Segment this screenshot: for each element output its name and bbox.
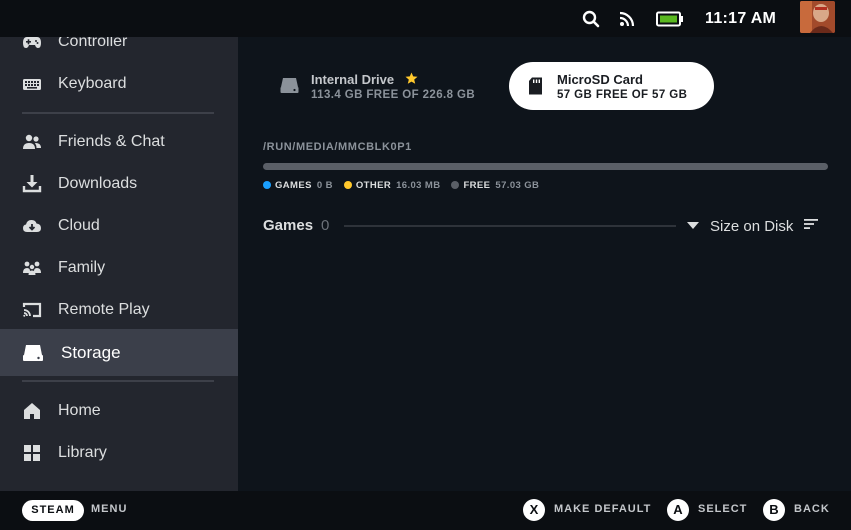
back-label[interactable]: BACK	[794, 503, 830, 515]
sidebar-item-label: Friends & Chat	[58, 133, 165, 150]
sidebar-item-label: Remote Play	[58, 301, 150, 318]
drive-tab-internal[interactable]: Internal Drive 113.4 GB FREE OF 226.8 GB	[270, 62, 500, 110]
legend-value: 0 B	[316, 179, 333, 191]
rss-icon	[619, 0, 635, 37]
avatar[interactable]	[800, 1, 835, 33]
search-icon[interactable]	[582, 0, 600, 37]
family-icon	[22, 258, 42, 278]
steam-button[interactable]: STEAM	[22, 500, 84, 521]
caret-down-icon	[686, 217, 700, 235]
games-section-title: Games	[263, 217, 314, 234]
cloud-icon	[22, 216, 42, 236]
games-count: 0	[321, 217, 330, 234]
hard-drive-icon	[280, 77, 299, 100]
drive-tab-microsd[interactable]: MicroSD Card 57 GB FREE OF 57 GB	[509, 62, 714, 110]
legend-label: GAMES	[275, 179, 312, 191]
games-dot	[263, 181, 271, 189]
a-button-icon: A	[667, 499, 689, 521]
sidebar-item-storage[interactable]: Storage	[0, 329, 238, 376]
battery-icon	[656, 0, 684, 37]
storage-legend: GAMES 0 B OTHER 16.03 MB FREE 57.03 GB	[263, 179, 550, 191]
sidebar-item-cloud[interactable]: Cloud	[0, 205, 238, 247]
keyboard-icon	[22, 74, 42, 94]
legend-free: FREE 57.03 GB	[451, 180, 539, 191]
menu-label: MENU	[91, 503, 128, 515]
sd-card-icon	[528, 77, 543, 100]
storage-icon	[22, 342, 44, 364]
controller-icon	[22, 37, 42, 52]
drive-name: MicroSD Card	[557, 72, 643, 87]
sidebar-item-library[interactable]: Library	[0, 432, 238, 474]
sort-dropdown[interactable]: Size on Disk	[686, 216, 819, 236]
x-button-icon: X	[523, 499, 545, 521]
sidebar-item-label: Downloads	[58, 175, 138, 192]
sidebar-item-label: Storage	[61, 342, 121, 362]
legend-value: 57.03 GB	[495, 179, 540, 191]
storage-usage-bar	[263, 163, 828, 170]
b-button-icon: B	[763, 499, 785, 521]
section-divider	[344, 225, 676, 227]
sidebar-item-label: Library	[58, 444, 107, 461]
friends-icon	[22, 132, 42, 152]
sidebar-divider	[22, 380, 214, 382]
sidebar-item-family[interactable]: Family	[0, 247, 238, 289]
sidebar-item-home[interactable]: Home	[0, 390, 238, 432]
sidebar-divider	[22, 112, 214, 114]
drive-free-space: 113.4 GB FREE OF 226.8 GB	[311, 89, 476, 101]
download-icon	[22, 174, 42, 194]
sidebar-item-friends-chat[interactable]: Friends & Chat	[0, 121, 238, 163]
legend-games: GAMES 0 B	[263, 180, 333, 191]
other-dot	[343, 181, 352, 189]
legend-label: OTHER	[355, 179, 392, 191]
sidebar-item-label: Keyboard	[58, 75, 127, 92]
legend-label: FREE	[463, 179, 491, 191]
sidebar-item-downloads[interactable]: Downloads	[0, 163, 238, 205]
select-label[interactable]: SELECT	[698, 503, 747, 515]
sidebar: Controller Keyboard Friends & Chat Downl…	[0, 37, 238, 491]
sort-label: Size on Disk	[710, 217, 794, 235]
drive-name: Internal Drive	[311, 72, 395, 87]
clock: 11:17 AM	[705, 10, 777, 27]
legend-value: 16.03 MB	[396, 179, 441, 191]
status-bar: 11:17 AM	[0, 0, 851, 37]
sort-icon[interactable]	[803, 217, 819, 236]
free-dot	[451, 181, 460, 189]
sidebar-item-label: Cloud	[58, 217, 100, 234]
mount-path: /RUN/MEDIA/MMCBLK0P1	[263, 141, 412, 153]
sidebar-item-label: Family	[58, 259, 106, 276]
sidebar-item-label: Controller	[58, 37, 128, 50]
star-icon	[405, 72, 418, 90]
sidebar-item-label: Home	[58, 402, 101, 419]
remote-play-icon	[22, 300, 42, 320]
sidebar-item-remote-play[interactable]: Remote Play	[0, 289, 238, 331]
button-hints-footer: STEAM MENU X MAKE DEFAULT A SELECT B BAC…	[0, 491, 851, 530]
home-icon	[22, 401, 42, 421]
legend-other: OTHER 16.03 MB	[343, 179, 441, 191]
library-icon	[22, 443, 42, 463]
drive-free-space: 57 GB FREE OF 57 GB	[557, 89, 688, 101]
make-default-label[interactable]: MAKE DEFAULT	[554, 503, 651, 515]
sidebar-item-controller[interactable]: Controller	[0, 37, 238, 63]
sidebar-item-keyboard[interactable]: Keyboard	[0, 63, 238, 105]
